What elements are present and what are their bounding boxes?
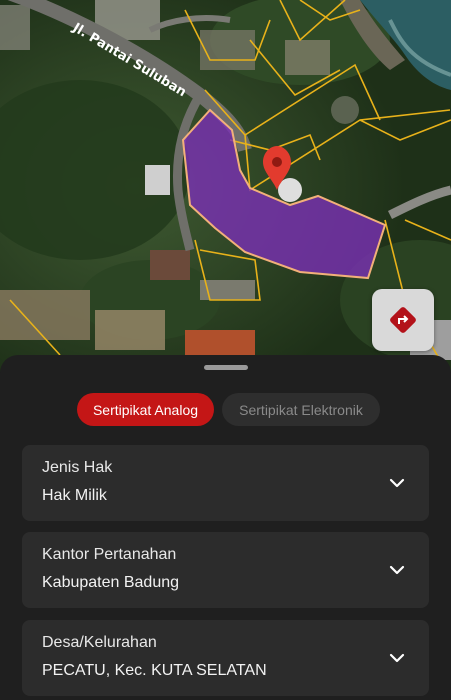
field-jenis-hak[interactable]: Jenis Hak Hak Milik [22,445,429,521]
tab-sertipikat-analog[interactable]: Sertipikat Analog [77,393,214,426]
field-desa-kelurahan[interactable]: Desa/Kelurahan PECATU, Kec. KUTA SELATAN [22,620,429,696]
field-value: Kabupaten Badung [42,574,180,591]
chevron-down-icon [389,478,405,488]
field-label: Desa/Kelurahan [42,634,157,651]
chevron-down-icon [389,565,405,575]
field-value: PECATU, Kec. KUTA SELATAN [42,662,267,679]
chevron-down-icon [389,653,405,663]
directions-icon [390,307,416,333]
field-kantor-pertanahan[interactable]: Kantor Pertanahan Kabupaten Badung [22,532,429,608]
satellite-map[interactable]: Jl. Pantai Suluban [0,0,451,372]
tab-sertipikat-elektronik[interactable]: Sertipikat Elektronik [222,393,380,426]
field-value: Hak Milik [42,487,107,504]
bottom-sheet: Sertipikat Analog Sertipikat Elektronik … [0,355,451,700]
directions-button[interactable] [372,289,434,351]
drag-handle[interactable] [204,365,248,370]
field-label: Jenis Hak [42,459,113,476]
field-label: Kantor Pertanahan [42,546,177,563]
